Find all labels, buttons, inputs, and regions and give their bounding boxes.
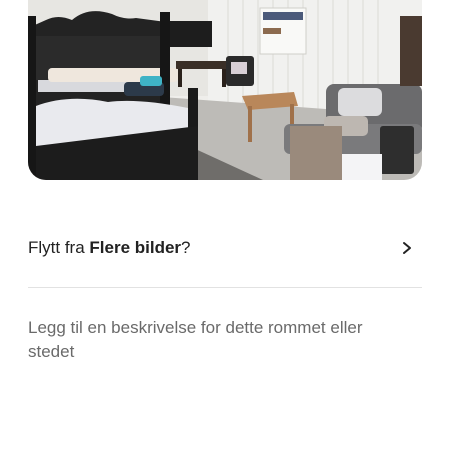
divider [28, 287, 422, 288]
move-photo-label: Flytt fra Flere bilder? [28, 238, 191, 258]
room-photo-image [28, 0, 422, 180]
chevron-right-icon [403, 242, 411, 254]
move-prefix: Flytt fra [28, 238, 90, 257]
album-name: Flere bilder [89, 238, 182, 257]
move-photo-row[interactable]: Flytt fra Flere bilder? [28, 228, 422, 268]
move-suffix: ? [181, 238, 191, 257]
add-description-link[interactable]: Legg til en beskrivelse for dette rommet… [28, 316, 388, 364]
room-photo[interactable] [28, 0, 422, 180]
